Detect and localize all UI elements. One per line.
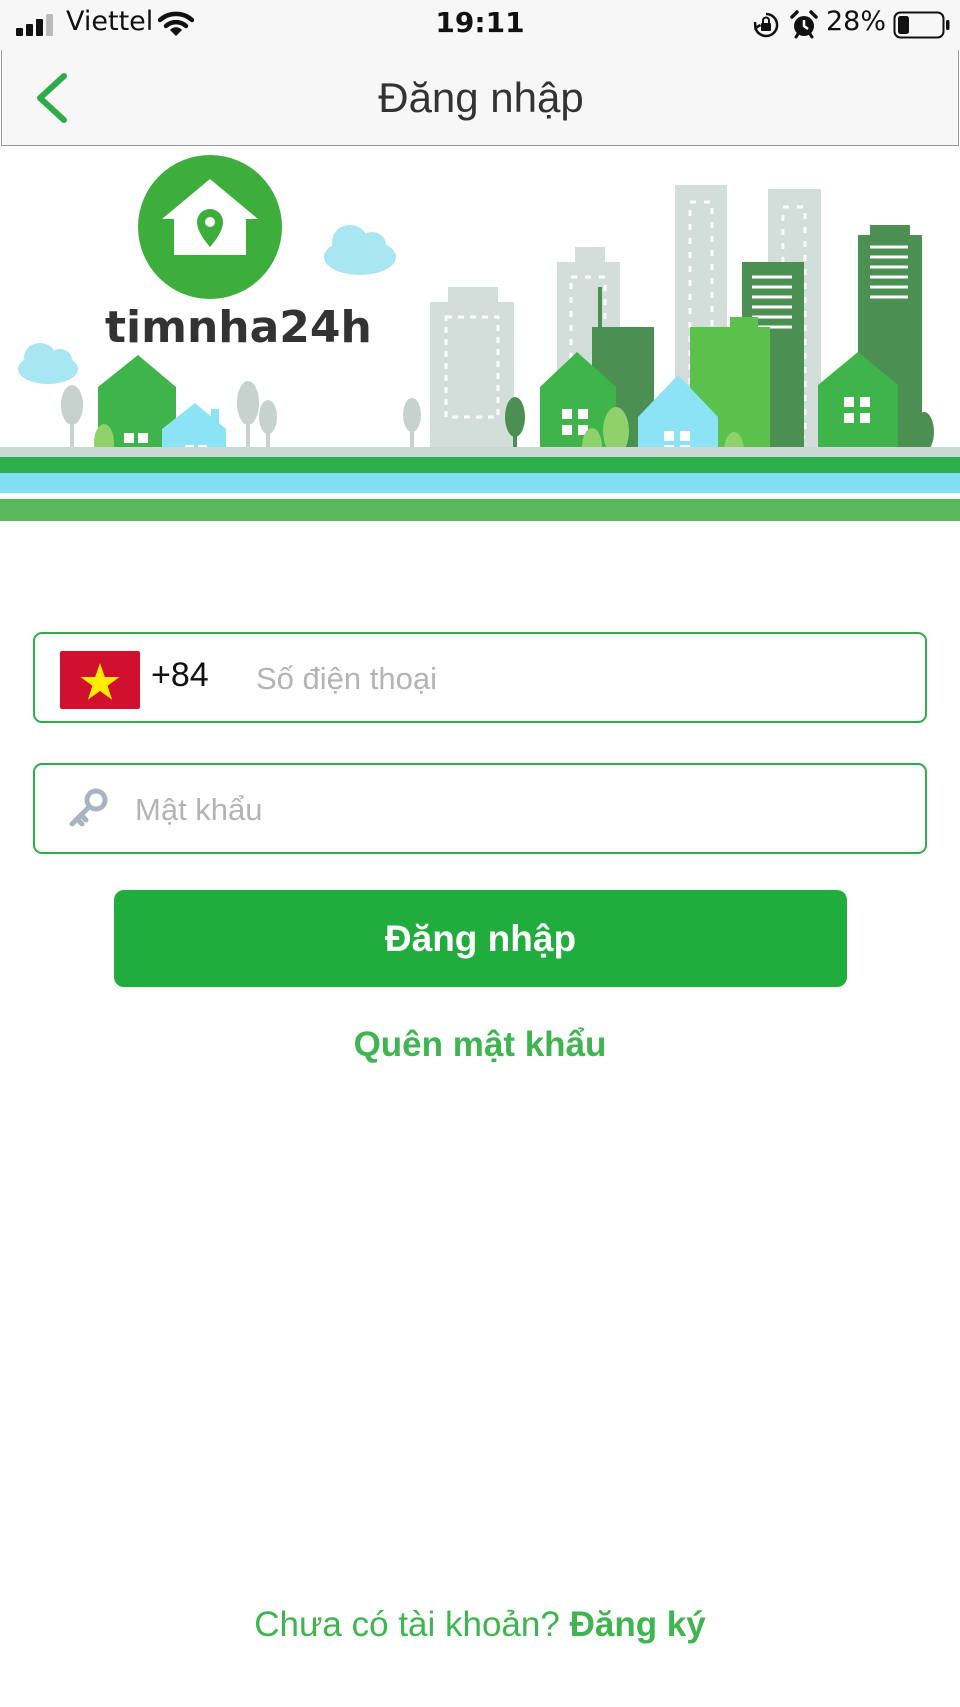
status-bar: Viettel 19:11 28% (0, 0, 960, 50)
alarm-icon (790, 10, 818, 39)
city-banner-illustration: timnha24h (0, 155, 960, 521)
logo-icon (138, 155, 282, 299)
register-row: Chưa có tài khoản? Đăng ký (0, 1605, 960, 1645)
cloud-icon (324, 225, 396, 275)
forgot-password-link[interactable]: Quên mật khẩu (0, 1025, 960, 1065)
login-button[interactable]: Đăng nhập (114, 890, 847, 987)
cloud-icon (18, 343, 78, 384)
key-icon (69, 788, 108, 827)
battery-icon (893, 11, 950, 39)
no-account-text: Chưa có tài khoản? (254, 1605, 560, 1644)
page-title: Đăng nhập (378, 74, 584, 121)
orientation-lock-icon (753, 12, 779, 38)
phone-input[interactable] (254, 648, 908, 710)
navigation-bar: Đăng nhập (1, 50, 959, 146)
logo-wordmark: timnha24h (105, 302, 372, 353)
battery-percent: 28% (826, 6, 887, 37)
vietnam-flag-icon[interactable] (60, 651, 140, 709)
phone-field[interactable]: +84 (33, 632, 927, 723)
password-field[interactable] (33, 763, 927, 854)
register-link[interactable]: Đăng ký (570, 1605, 706, 1644)
country-code[interactable]: +84 (151, 656, 209, 695)
password-input[interactable] (133, 779, 907, 841)
